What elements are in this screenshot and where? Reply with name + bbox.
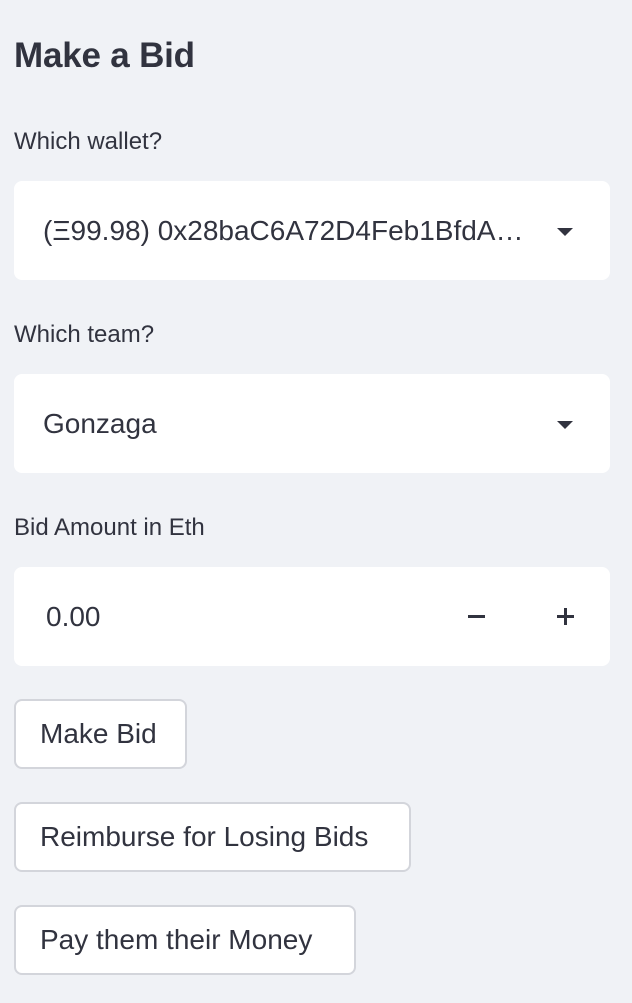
chevron-down-icon xyxy=(557,420,573,429)
pay-money-button[interactable]: Pay them their Money xyxy=(14,905,356,975)
minus-icon xyxy=(468,615,485,618)
bid-amount-input[interactable]: 0.00 xyxy=(14,567,432,666)
make-bid-button[interactable]: Make Bid xyxy=(14,699,187,769)
team-select-label: Which team? xyxy=(14,321,155,348)
team-select-value: Gonzaga xyxy=(43,407,157,439)
increment-button[interactable] xyxy=(521,567,610,666)
bid-amount-label: Bid Amount in Eth xyxy=(14,514,205,541)
decrement-button[interactable] xyxy=(432,567,521,666)
plus-icon xyxy=(557,608,574,625)
page-title: Make a Bid xyxy=(14,36,195,75)
bid-amount-stepper: 0.00 xyxy=(14,567,610,666)
wallet-select-label: Which wallet? xyxy=(14,128,163,155)
wallet-select-value: (Ξ99.98) 0x28baC6A72D4Feb1BfdA… xyxy=(43,214,524,246)
wallet-select[interactable]: (Ξ99.98) 0x28baC6A72D4Feb1BfdA… xyxy=(14,181,610,280)
reimburse-losing-bids-button[interactable]: Reimburse for Losing Bids xyxy=(14,802,411,872)
team-select[interactable]: Gonzaga xyxy=(14,374,610,473)
bid-amount-value: 0.00 xyxy=(46,600,101,632)
chevron-down-icon xyxy=(557,227,573,236)
